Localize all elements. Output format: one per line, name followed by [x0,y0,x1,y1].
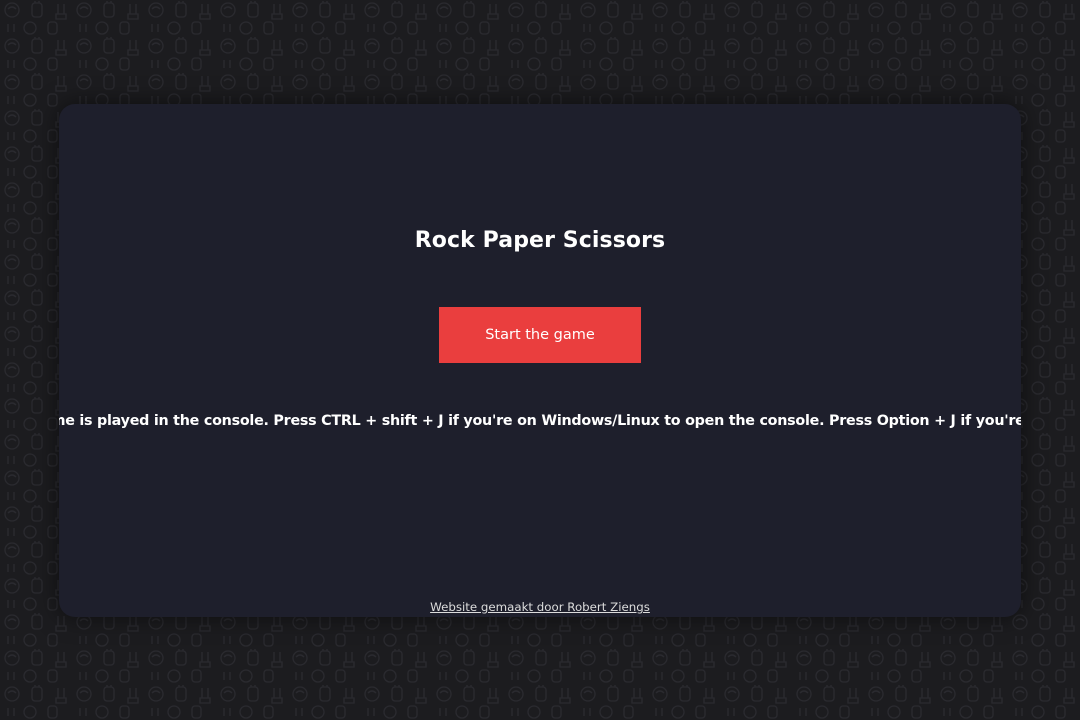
page-title: Rock Paper Scissors [414,228,666,253]
footer-credit: Website gemaakt door Robert Ziengs [59,596,1021,615]
game-card: Rock Paper Scissors Start the game This … [59,104,1021,617]
start-game-button[interactable]: Start the game [439,307,641,363]
credit-link[interactable]: Website gemaakt door Robert Ziengs [430,600,650,614]
console-instructions: This game is played in the console. Pres… [59,413,1021,429]
